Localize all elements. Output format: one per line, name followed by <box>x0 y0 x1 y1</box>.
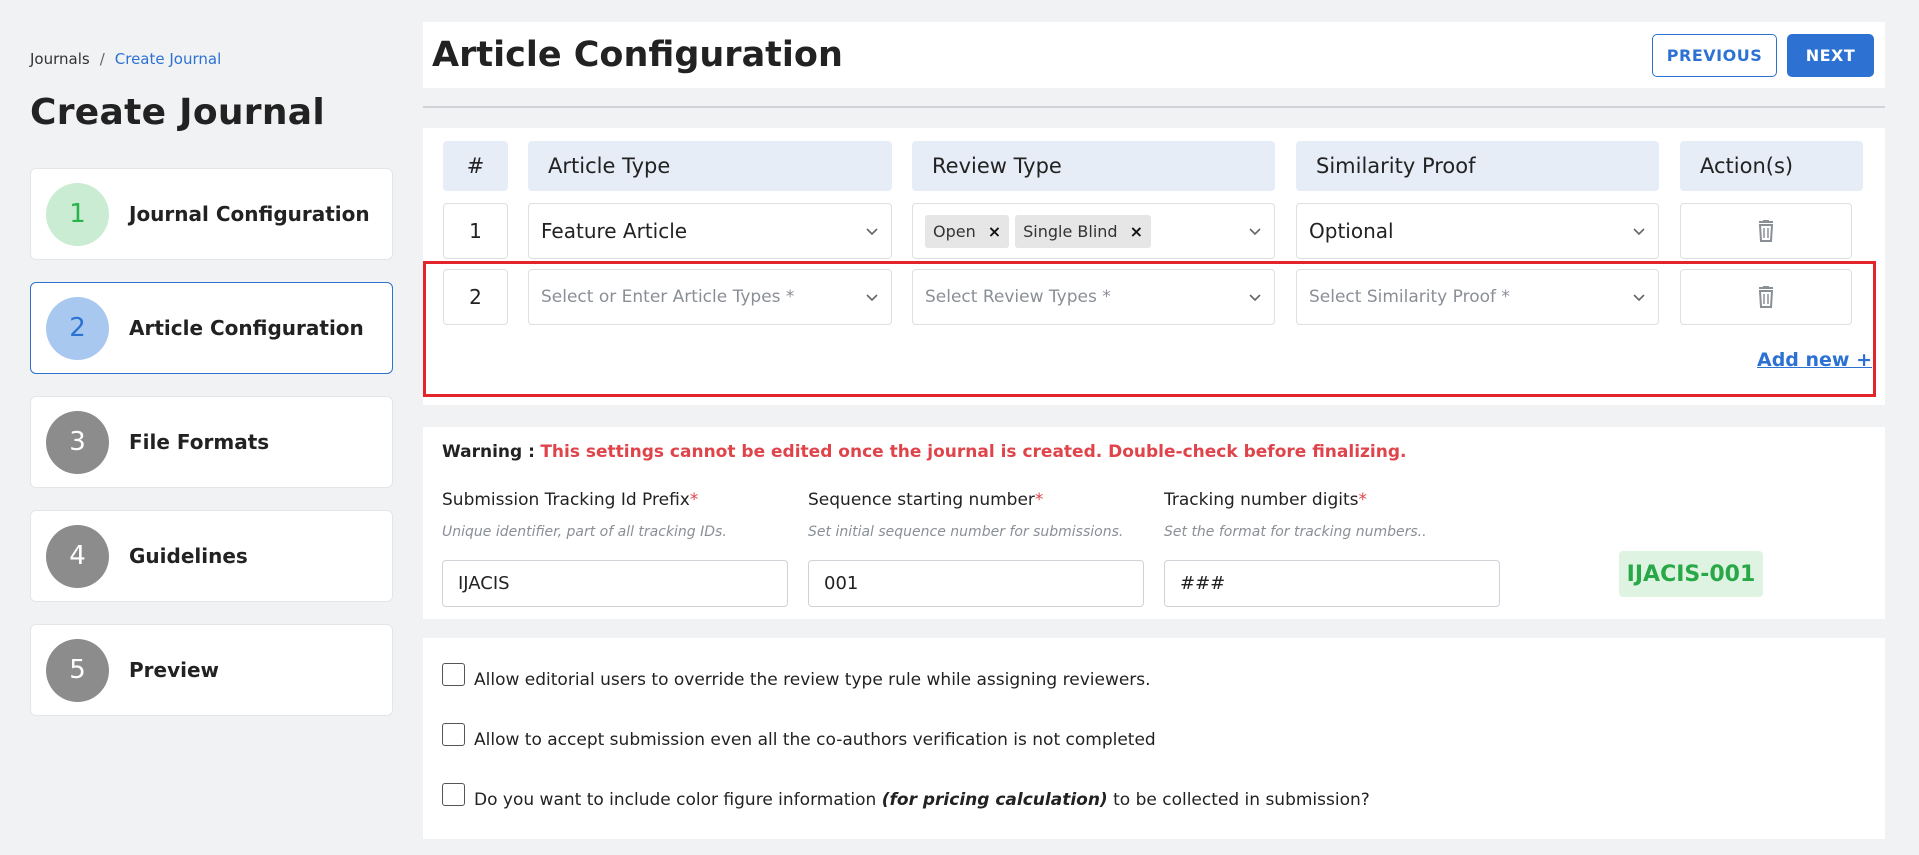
prefix-label: Submission Tracking Id Prefix* <box>442 490 698 510</box>
step-guidelines[interactable]: 4 Guidelines <box>30 510 393 602</box>
row-number: 1 <box>443 203 508 259</box>
step-file-formats[interactable]: 3 File Formats <box>30 396 393 488</box>
warning-text: This settings cannot be edited once the … <box>540 442 1407 462</box>
article-type-select[interactable]: Select or Enter Article Types * <box>528 269 892 325</box>
sequence-hint: Set initial sequence number for submissi… <box>808 524 1124 540</box>
prefix-hint: Unique identifier, part of all tracking … <box>442 524 727 540</box>
option-label: Do you want to include color figure info… <box>474 790 1370 810</box>
digits-label-text: Tracking number digits <box>1164 490 1359 510</box>
step-article-configuration[interactable]: 2 Article Configuration <box>30 282 393 374</box>
next-button[interactable]: NEXT <box>1787 34 1874 77</box>
trash-icon <box>1758 220 1774 242</box>
required-mark: * <box>689 490 699 510</box>
color-figure-option[interactable]: Do you want to include color figure info… <box>442 783 1370 811</box>
digits-hint: Set the format for tracking numbers.. <box>1164 524 1427 540</box>
step-number: 3 <box>46 410 109 474</box>
prefix-input[interactable] <box>442 560 788 607</box>
sequence-label-text: Sequence starting number <box>808 490 1035 510</box>
column-header-number: # <box>443 141 508 191</box>
prefix-label-text: Submission Tracking Id Prefix <box>442 490 690 510</box>
chevron-down-icon <box>1633 294 1645 302</box>
step-number: 4 <box>46 524 109 588</box>
step-number: 1 <box>46 182 109 246</box>
section-title: Article Configuration <box>432 35 843 75</box>
delete-row-button[interactable] <box>1680 203 1852 259</box>
step-label: File Formats <box>129 430 270 454</box>
chevron-down-icon <box>1249 294 1261 302</box>
step-number: 5 <box>46 638 109 702</box>
similarity-proof-select[interactable]: Optional <box>1296 203 1659 259</box>
option-label: Allow to accept submission even all the … <box>474 729 1156 750</box>
article-type-select[interactable]: Feature Article <box>528 203 892 259</box>
step-label: Preview <box>129 658 220 682</box>
chip-label: Open <box>933 221 976 241</box>
step-preview[interactable]: 5 Preview <box>30 624 393 716</box>
column-header-actions: Action(s) <box>1680 141 1863 191</box>
step-label: Article Configuration <box>129 316 364 340</box>
chip-remove-icon[interactable]: × <box>988 222 1001 241</box>
step-label: Guidelines <box>129 544 248 568</box>
stepper: 1 Journal Configuration 2 Article Config… <box>30 168 393 738</box>
chip-label: Single Blind <box>1023 221 1118 241</box>
checkbox[interactable] <box>442 663 465 686</box>
digits-label: Tracking number digits* <box>1164 490 1367 510</box>
breadcrumb-create-journal[interactable]: Create Journal <box>115 50 222 68</box>
trash-icon <box>1758 286 1774 308</box>
required-mark: * <box>1034 490 1044 510</box>
review-type-chip: Single Blind × <box>1015 214 1151 248</box>
option-text-after: to be collected in submission? <box>1113 789 1370 810</box>
option-label: Allow editorial users to override the re… <box>474 669 1151 690</box>
step-journal-configuration[interactable]: 1 Journal Configuration <box>30 168 393 260</box>
article-type-value: Feature Article <box>541 219 688 243</box>
sequence-input[interactable] <box>808 560 1144 607</box>
tracking-id-preview: IJACIS-001 <box>1619 551 1763 597</box>
add-new-link[interactable]: Add new + <box>1757 349 1872 371</box>
review-type-select[interactable]: Select Review Types * <box>912 269 1275 325</box>
accept-unverified-option[interactable]: Allow to accept submission even all the … <box>442 723 1156 751</box>
chevron-down-icon <box>866 228 878 236</box>
option-text-before: Do you want to include color figure info… <box>474 789 877 810</box>
step-label: Journal Configuration <box>129 202 370 226</box>
chevron-down-icon <box>1633 228 1645 236</box>
article-type-placeholder: Select or Enter Article Types * <box>541 287 795 307</box>
sequence-label: Sequence starting number* <box>808 490 1043 510</box>
warning-message: Warning : This settings cannot be edited… <box>442 442 1407 462</box>
similarity-proof-select[interactable]: Select Similarity Proof * <box>1296 269 1659 325</box>
row-number: 2 <box>443 269 508 325</box>
chip-remove-icon[interactable]: × <box>1130 222 1143 241</box>
review-type-placeholder: Select Review Types * <box>925 287 1111 307</box>
chevron-down-icon <box>1249 228 1261 236</box>
review-type-chips: Open × Single Blind × <box>925 214 1248 248</box>
option-text-emphasis: (for pricing calculation) <box>881 789 1108 810</box>
checkbox[interactable] <box>442 783 465 806</box>
chevron-down-icon <box>866 294 878 302</box>
step-number: 2 <box>46 296 109 360</box>
warning-label: Warning : <box>442 442 535 462</box>
digits-input[interactable] <box>1164 560 1500 607</box>
required-mark: * <box>1358 490 1367 510</box>
review-type-chip: Open × <box>925 214 1010 248</box>
divider <box>423 106 1885 108</box>
page-title: Create Journal <box>30 92 326 133</box>
breadcrumb-journals[interactable]: Journals <box>30 50 90 68</box>
similarity-proof-value: Optional <box>1309 219 1394 243</box>
column-header-article-type: Article Type <box>528 141 892 191</box>
similarity-proof-placeholder: Select Similarity Proof * <box>1309 287 1510 307</box>
review-type-select[interactable]: Open × Single Blind × <box>912 203 1275 259</box>
breadcrumb-separator: / <box>99 50 105 68</box>
column-header-review-type: Review Type <box>912 141 1275 191</box>
previous-button[interactable]: PREVIOUS <box>1652 34 1777 77</box>
checkbox[interactable] <box>442 723 465 746</box>
override-review-option[interactable]: Allow editorial users to override the re… <box>442 663 1151 691</box>
delete-row-button[interactable] <box>1680 269 1852 325</box>
breadcrumb: Journals / Create Journal <box>30 50 221 68</box>
column-header-similarity-proof: Similarity Proof <box>1296 141 1659 191</box>
